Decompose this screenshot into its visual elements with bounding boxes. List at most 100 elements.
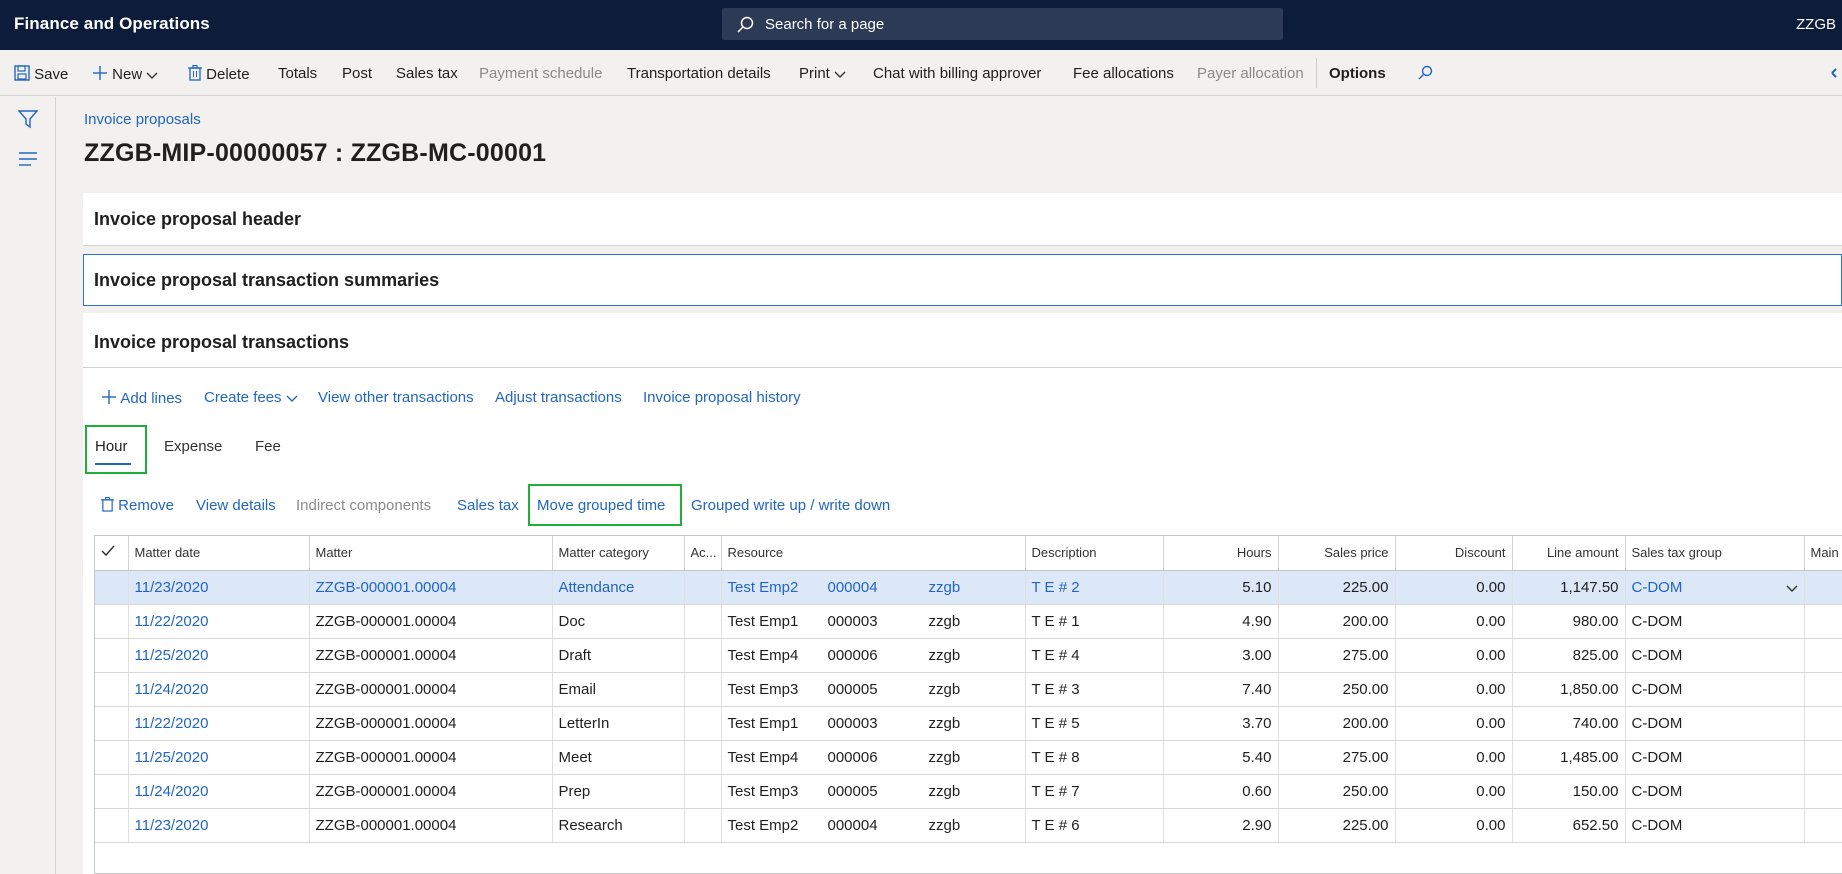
- fee-allocations-button[interactable]: Fee allocations: [1073, 65, 1174, 82]
- main-cell[interactable]: [1804, 706, 1842, 741]
- main-cell[interactable]: [1804, 638, 1842, 673]
- sales-tax-group-cell[interactable]: C-DOM: [1625, 638, 1805, 673]
- transaction-summaries-section[interactable]: Invoice proposal transaction summaries: [83, 254, 1842, 306]
- main-cell[interactable]: [1804, 604, 1842, 639]
- section-header[interactable]: Invoice proposal transactions: [94, 332, 349, 353]
- view-details-button[interactable]: View details: [196, 497, 276, 514]
- sales-price-cell[interactable]: 250.00: [1278, 672, 1396, 707]
- print-button[interactable]: Print: [799, 65, 846, 82]
- line-amount-cell[interactable]: 150.00: [1512, 774, 1626, 809]
- indirect-components-button[interactable]: Indirect components: [296, 497, 431, 514]
- matter-category-cell[interactable]: Doc: [552, 604, 685, 639]
- hours-cell[interactable]: 3.70: [1163, 706, 1279, 741]
- row-selector[interactable]: [95, 638, 129, 673]
- matter-category-cell[interactable]: Email: [552, 672, 685, 707]
- discount-cell[interactable]: 0.00: [1395, 638, 1513, 673]
- activity-cell[interactable]: [684, 638, 722, 673]
- matter-cell[interactable]: ZZGB-000001.00004: [309, 740, 553, 775]
- new-button[interactable]: New: [92, 65, 158, 83]
- row-selector[interactable]: [95, 706, 129, 741]
- table-row[interactable]: 11/22/2020 ZZGB-000001.00004 LetterIn Test …: [95, 706, 1842, 741]
- matter-date-cell[interactable]: 11/22/2020: [128, 604, 310, 639]
- row-selector[interactable]: [95, 570, 129, 605]
- line-amount-cell[interactable]: 1,850.00: [1512, 672, 1626, 707]
- matter-cell[interactable]: ZZGB-000001.00004: [309, 638, 553, 673]
- discount-cell[interactable]: 0.00: [1395, 774, 1513, 809]
- table-row[interactable]: 11/25/2020 ZZGB-000001.00004 Draft Test Emp…: [95, 638, 1842, 673]
- column-header[interactable]: Matter category: [552, 536, 685, 571]
- resource-cell[interactable]: Test Emp2 000004 zzgb: [721, 808, 1026, 843]
- chat-billing-approver-button[interactable]: Chat with billing approver: [873, 65, 1041, 82]
- column-header[interactable]: Sales price: [1278, 536, 1396, 571]
- description-cell[interactable]: T E # 1: [1025, 604, 1164, 639]
- matter-cell[interactable]: ZZGB-000001.00004: [309, 774, 553, 809]
- discount-cell[interactable]: 0.00: [1395, 604, 1513, 639]
- adjust-transactions-button[interactable]: Adjust transactions: [495, 389, 622, 406]
- sales-price-cell[interactable]: 225.00: [1278, 570, 1396, 605]
- column-header[interactable]: Hours: [1163, 536, 1279, 571]
- transportation-details-button[interactable]: Transportation details: [627, 65, 771, 82]
- sales-price-cell[interactable]: 225.00: [1278, 808, 1396, 843]
- matter-date-cell[interactable]: 11/23/2020: [128, 570, 310, 605]
- activity-cell[interactable]: [684, 672, 722, 707]
- sales-tax-grid-button[interactable]: Sales tax: [457, 497, 519, 514]
- description-cell[interactable]: T E # 4: [1025, 638, 1164, 673]
- delete-button[interactable]: Delete: [188, 64, 250, 83]
- discount-cell[interactable]: 0.00: [1395, 808, 1513, 843]
- grouped-write-up-down-button[interactable]: Grouped write up / write down: [691, 497, 890, 514]
- column-header[interactable]: Main: [1804, 536, 1842, 571]
- column-header[interactable]: Discount: [1395, 536, 1513, 571]
- discount-cell[interactable]: 0.00: [1395, 740, 1513, 775]
- sales-tax-group-cell[interactable]: C-DOM: [1625, 604, 1805, 639]
- matter-category-cell[interactable]: LetterIn: [552, 706, 685, 741]
- hours-cell[interactable]: 3.00: [1163, 638, 1279, 673]
- description-cell[interactable]: T E # 3: [1025, 672, 1164, 707]
- main-cell[interactable]: [1804, 774, 1842, 809]
- matter-category-cell[interactable]: Research: [552, 808, 685, 843]
- row-selector[interactable]: [95, 672, 129, 707]
- matter-cell[interactable]: ZZGB-000001.00004: [309, 672, 553, 707]
- matter-category-cell[interactable]: Meet: [552, 740, 685, 775]
- post-button[interactable]: Post: [342, 65, 372, 82]
- activity-cell[interactable]: [684, 706, 722, 741]
- column-header[interactable]: Resource: [721, 536, 1026, 571]
- create-fees-button[interactable]: Create fees: [204, 389, 298, 406]
- hours-cell[interactable]: 5.40: [1163, 740, 1279, 775]
- main-cell[interactable]: [1804, 740, 1842, 775]
- payer-allocation-button[interactable]: Payer allocation: [1197, 65, 1304, 82]
- activity-cell[interactable]: [684, 604, 722, 639]
- table-row[interactable]: 11/25/2020 ZZGB-000001.00004 Meet Test Emp4…: [95, 740, 1842, 775]
- resource-cell[interactable]: Test Emp1 000003 zzgb: [721, 604, 1026, 639]
- sales-tax-button[interactable]: Sales tax: [396, 65, 458, 82]
- breadcrumb[interactable]: Invoice proposals: [84, 111, 201, 128]
- hours-cell[interactable]: 2.90: [1163, 808, 1279, 843]
- column-header[interactable]: Matter date: [128, 536, 310, 571]
- description-cell[interactable]: T E # 2: [1025, 570, 1164, 605]
- activity-cell[interactable]: [684, 774, 722, 809]
- column-header[interactable]: Line amount: [1512, 536, 1626, 571]
- matter-category-cell[interactable]: Prep: [552, 774, 685, 809]
- hours-cell[interactable]: 4.90: [1163, 604, 1279, 639]
- tab-expense[interactable]: Expense: [164, 438, 222, 455]
- filter-icon[interactable]: [18, 109, 38, 129]
- column-header[interactable]: Ac...: [684, 536, 722, 571]
- hours-cell[interactable]: 5.10: [1163, 570, 1279, 605]
- table-row[interactable]: 11/24/2020 ZZGB-000001.00004 Email Test Emp…: [95, 672, 1842, 707]
- view-other-transactions-button[interactable]: View other transactions: [318, 389, 474, 406]
- line-amount-cell[interactable]: 652.50: [1512, 808, 1626, 843]
- payment-schedule-button[interactable]: Payment schedule: [479, 65, 602, 82]
- table-row[interactable]: 11/24/2020 ZZGB-000001.00004 Prep Test Emp3…: [95, 774, 1842, 809]
- invoice-proposal-header-section[interactable]: Invoice proposal header: [83, 193, 1842, 246]
- resource-cell[interactable]: Test Emp4 000006 zzgb: [721, 638, 1026, 673]
- invoice-proposal-history-button[interactable]: Invoice proposal history: [643, 389, 801, 406]
- matter-date-cell[interactable]: 11/23/2020: [128, 808, 310, 843]
- sales-tax-group-cell[interactable]: C-DOM: [1625, 672, 1805, 707]
- matter-cell[interactable]: ZZGB-000001.00004: [309, 604, 553, 639]
- resource-cell[interactable]: Test Emp3 000005 zzgb: [721, 774, 1026, 809]
- action-search-button[interactable]: [1417, 65, 1433, 83]
- matter-date-cell[interactable]: 11/25/2020: [128, 638, 310, 673]
- main-cell[interactable]: [1804, 808, 1842, 843]
- matter-date-cell[interactable]: 11/24/2020: [128, 774, 310, 809]
- description-cell[interactable]: T E # 5: [1025, 706, 1164, 741]
- column-header[interactable]: Description: [1025, 536, 1164, 571]
